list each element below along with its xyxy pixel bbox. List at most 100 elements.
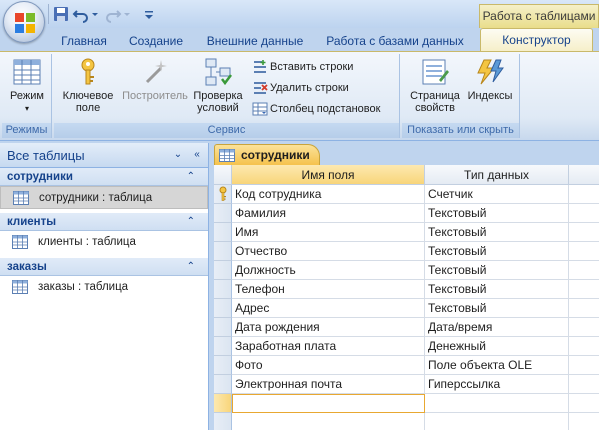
description-cell[interactable] xyxy=(569,356,599,375)
row-selector[interactable] xyxy=(214,242,232,261)
description-cell[interactable] xyxy=(569,337,599,356)
field-name-cell[interactable]: Фамилия xyxy=(232,204,425,223)
data-type-cell[interactable]: Текстовый xyxy=(425,242,569,261)
row-selector[interactable] xyxy=(214,394,232,413)
column-header-data-type[interactable]: Тип данных xyxy=(425,165,569,185)
nav-group-clients[interactable]: клиенты ⌃ xyxy=(0,213,208,231)
table-row[interactable]: Фото Поле объекта OLE xyxy=(214,356,599,375)
tab-create[interactable]: Создание xyxy=(122,31,190,51)
data-type-cell[interactable]: Счетчик xyxy=(425,185,569,204)
description-cell[interactable] xyxy=(569,394,599,413)
data-type-cell[interactable]: Дата/время xyxy=(425,318,569,337)
indexes-button[interactable]: Индексы xyxy=(464,56,516,120)
table-row[interactable]: Должность Текстовый xyxy=(214,261,599,280)
test-validation-button[interactable]: Проверка условий xyxy=(190,56,246,120)
nav-group-orders[interactable]: заказы ⌃ xyxy=(0,258,208,276)
nav-header[interactable]: Все таблицы ⌄ « xyxy=(0,143,208,168)
column-header-description[interactable] xyxy=(569,165,599,185)
collapse-group-icon[interactable]: ⌃ xyxy=(187,258,195,276)
undo-icon[interactable] xyxy=(72,5,90,23)
collapse-group-icon[interactable]: ⌃ xyxy=(187,213,195,231)
row-selector[interactable] xyxy=(214,185,232,204)
tab-design[interactable]: Конструктор xyxy=(480,28,593,51)
description-cell[interactable] xyxy=(569,280,599,299)
table-row[interactable]: Электронная почта Гиперссылка xyxy=(214,375,599,394)
data-type-cell[interactable]: Текстовый xyxy=(425,280,569,299)
data-type-cell[interactable] xyxy=(425,394,569,413)
nav-item-employees-table[interactable]: сотрудники : таблица xyxy=(0,186,208,209)
data-type-cell[interactable]: Текстовый xyxy=(425,261,569,280)
data-type-cell[interactable]: Текстовый xyxy=(425,223,569,242)
data-type-cell[interactable] xyxy=(425,413,569,430)
view-button[interactable]: Режим ▾ xyxy=(4,56,50,120)
field-name-cell[interactable]: Электронная почта xyxy=(232,375,425,394)
table-row[interactable]: Отчество Текстовый xyxy=(214,242,599,261)
tab-external-data[interactable]: Внешние данные xyxy=(196,31,314,51)
row-selector[interactable] xyxy=(214,223,232,242)
document-tab-employees[interactable]: сотрудники xyxy=(214,144,320,165)
office-button[interactable] xyxy=(3,1,45,43)
table-row[interactable]: Адрес Текстовый xyxy=(214,299,599,318)
nav-item-clients-table[interactable]: клиенты : таблица xyxy=(0,231,208,254)
primary-key-button[interactable]: Ключевое поле xyxy=(58,56,118,120)
property-sheet-button[interactable]: Страница свойств xyxy=(406,56,464,120)
row-selector[interactable] xyxy=(214,375,232,394)
description-cell[interactable] xyxy=(569,242,599,261)
nav-menu-dropdown-icon[interactable]: ⌄ xyxy=(171,148,185,162)
field-name-cell[interactable]: Телефон xyxy=(232,280,425,299)
row-selector[interactable] xyxy=(214,299,232,318)
description-cell[interactable] xyxy=(569,413,599,430)
table-row[interactable]: Имя Текстовый xyxy=(214,223,599,242)
description-cell[interactable] xyxy=(569,261,599,280)
lookup-column-button[interactable]: Столбец подстановок xyxy=(252,99,380,119)
table-row[interactable]: Фамилия Текстовый xyxy=(214,204,599,223)
data-type-cell[interactable]: Текстовый xyxy=(425,204,569,223)
field-name-cell[interactable]: Имя xyxy=(232,223,425,242)
builder-button[interactable]: Построитель xyxy=(120,56,190,120)
row-selector[interactable] xyxy=(214,280,232,299)
insert-rows-button[interactable]: Вставить строки xyxy=(252,57,353,77)
table-row[interactable] xyxy=(214,413,599,430)
description-cell[interactable] xyxy=(569,299,599,318)
row-selector[interactable] xyxy=(214,356,232,375)
field-name-cell[interactable]: Фото xyxy=(232,356,425,375)
table-row[interactable]: Заработная плата Денежный xyxy=(214,337,599,356)
table-row[interactable] xyxy=(214,394,599,413)
data-type-cell[interactable]: Гиперссылка xyxy=(425,375,569,394)
description-cell[interactable] xyxy=(569,375,599,394)
tab-database-tools[interactable]: Работа с базами данных xyxy=(322,31,468,51)
table-row[interactable]: Код сотрудника Счетчик xyxy=(214,185,599,204)
data-type-cell[interactable]: Поле объекта OLE xyxy=(425,356,569,375)
description-cell[interactable] xyxy=(569,185,599,204)
description-cell[interactable] xyxy=(569,204,599,223)
field-name-cell[interactable]: Отчество xyxy=(232,242,425,261)
row-selector[interactable] xyxy=(214,337,232,356)
delete-rows-button[interactable]: Удалить строки xyxy=(252,78,349,98)
field-name-cell[interactable]: Код сотрудника xyxy=(232,185,425,204)
table-row[interactable]: Телефон Текстовый xyxy=(214,280,599,299)
redo-icon[interactable] xyxy=(104,5,122,23)
field-name-cell[interactable]: Заработная плата xyxy=(232,337,425,356)
row-selector[interactable] xyxy=(214,318,232,337)
row-selector[interactable] xyxy=(214,261,232,280)
row-selector[interactable] xyxy=(214,204,232,223)
collapse-group-icon[interactable]: ⌃ xyxy=(187,168,195,186)
column-header-field-name[interactable]: Имя поля xyxy=(232,165,425,185)
nav-group-employees[interactable]: сотрудники ⌃ xyxy=(0,168,208,186)
field-name-cell[interactable]: Адрес xyxy=(232,299,425,318)
undo-dropdown-icon[interactable] xyxy=(90,5,100,23)
data-type-cell[interactable]: Денежный xyxy=(425,337,569,356)
field-name-cell[interactable]: Дата рождения xyxy=(232,318,425,337)
field-name-cell[interactable] xyxy=(232,413,425,430)
data-type-cell[interactable]: Текстовый xyxy=(425,299,569,318)
description-cell[interactable] xyxy=(569,318,599,337)
description-cell[interactable] xyxy=(569,223,599,242)
save-icon[interactable] xyxy=(52,5,70,23)
redo-dropdown-icon[interactable] xyxy=(122,5,132,23)
tab-home[interactable]: Главная xyxy=(50,31,118,51)
nav-item-orders-table[interactable]: заказы : таблица xyxy=(0,276,208,299)
nav-collapse-icon[interactable]: « xyxy=(190,148,204,162)
table-row[interactable]: Дата рождения Дата/время xyxy=(214,318,599,337)
field-name-cell[interactable] xyxy=(232,394,425,413)
row-selector[interactable] xyxy=(214,413,232,430)
